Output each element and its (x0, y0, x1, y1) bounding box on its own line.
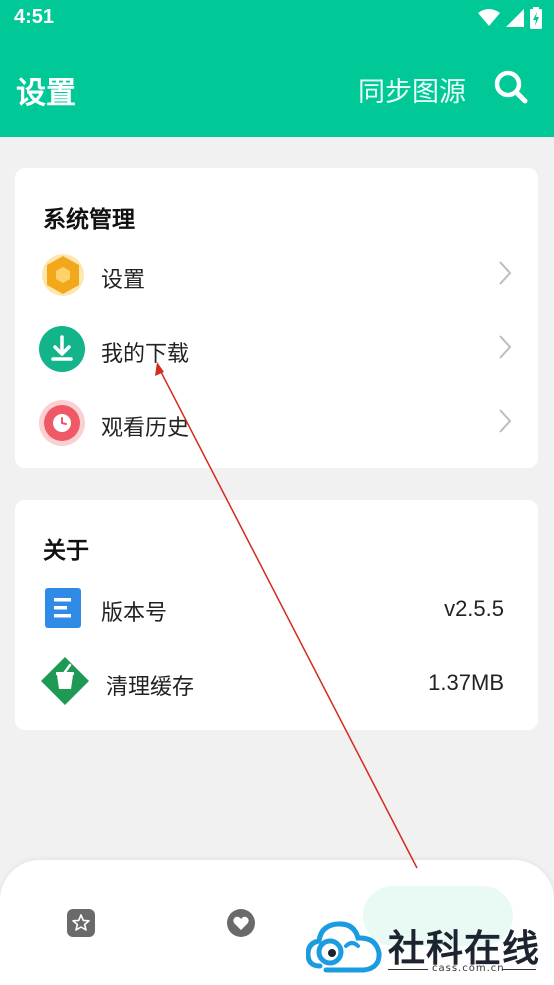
chevron-right-icon (499, 409, 512, 433)
star-icon[interactable] (66, 908, 96, 938)
signal-icon (506, 9, 524, 27)
status-bar: 4:51 (0, 0, 554, 38)
settings-row[interactable]: 设置 (15, 242, 538, 304)
status-icons (478, 7, 542, 29)
wifi-icon (478, 9, 500, 26)
watermark: 社科在线 cass.com.cn (302, 908, 552, 985)
chevron-right-icon (499, 335, 512, 359)
document-icon (45, 588, 81, 628)
app-bar: 设置 同步图源 (0, 38, 554, 137)
chevron-right-icon (499, 261, 512, 285)
version-value: v2.5.5 (444, 596, 504, 621)
watch-history-row[interactable]: 观看历史 (15, 390, 538, 452)
watermark-logo-icon (306, 921, 382, 973)
clear-cache-row[interactable]: 清理缓存 1.37MB (15, 649, 538, 711)
version-row-label: 版本号 (101, 601, 168, 626)
page-title: 设置 (16, 76, 76, 111)
battery-icon (530, 7, 542, 29)
clock-icon (39, 400, 85, 446)
about-card: 关于 版本号 v2.5.5 清理缓存 1.37MB (15, 500, 538, 730)
watch-history-row-label: 观看历史 (101, 416, 190, 441)
cache-size-value: 1.37MB (428, 670, 504, 695)
sync-source-button[interactable]: 同步图源 (358, 70, 466, 109)
watermark-line-right (502, 969, 536, 970)
annotation-arrow (155, 362, 418, 869)
my-downloads-row[interactable]: 我的下载 (15, 316, 538, 378)
watermark-url: cass.com.cn (432, 963, 505, 974)
section-title-about: 关于 (43, 538, 89, 564)
clear-cache-row-label: 清理缓存 (106, 675, 195, 700)
settings-hexagon-icon (42, 254, 84, 296)
version-row: 版本号 v2.5.5 (15, 575, 538, 637)
heart-icon[interactable] (226, 908, 256, 938)
search-icon[interactable] (493, 69, 529, 105)
my-downloads-row-label: 我的下载 (101, 342, 190, 367)
watermark-line-left (388, 969, 428, 970)
status-time: 4:51 (14, 6, 55, 28)
system-management-card: 系统管理 设置 我的下载 观看历史 (15, 168, 538, 468)
settings-row-label: 设置 (101, 268, 146, 293)
section-title-system: 系统管理 (43, 207, 135, 233)
clear-cache-icon (41, 657, 89, 705)
download-icon (39, 326, 85, 372)
